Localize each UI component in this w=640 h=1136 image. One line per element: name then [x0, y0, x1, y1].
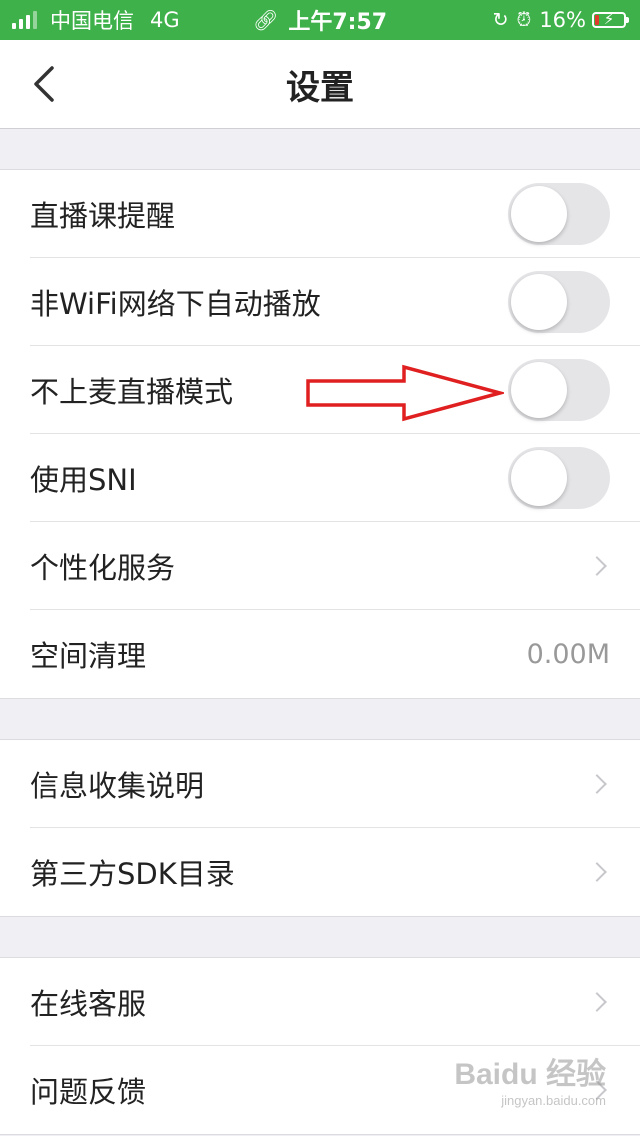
toggle-switch[interactable] [508, 182, 610, 245]
settings-row-label: 空间清理 [30, 639, 147, 673]
settings-row-label: 不上麦直播模式 [30, 374, 234, 409]
link-icon: 🔗︎ [252, 8, 279, 32]
toggle-knob [511, 185, 567, 242]
settings-row-label: 个性化服务 [30, 550, 176, 585]
red-arrow-annotation [306, 364, 504, 422]
toggle-knob [511, 361, 567, 418]
storage-size-value: 0.00M [526, 638, 610, 670]
chevron-right-icon [587, 773, 607, 794]
section-gap [0, 699, 640, 740]
battery-percent: 16% [539, 8, 586, 32]
chevron-right-icon [587, 555, 607, 576]
settings-row-label: 非WiFi网络下自动播放 [30, 286, 321, 321]
settings-row-label: 信息收集说明 [30, 768, 205, 803]
settings-row[interactable]: 在线客服 [30, 958, 640, 1046]
settings-section: 信息收集说明 第三方SDK目录 [0, 740, 640, 917]
toggle-knob [511, 449, 567, 506]
signal-strength-icon [12, 11, 40, 29]
settings-row-label: 第三方SDK目录 [30, 857, 235, 891]
settings-list: 直播课提醒非WiFi网络下自动播放 不上麦直播模式 使用SNI 个性化服务空间清理 0.… [0, 129, 640, 1135]
toggle-switch[interactable] [508, 358, 610, 421]
charging-bolt-icon: ⚡︎ [603, 10, 615, 28]
chevron-right-icon [587, 991, 607, 1012]
alarm-icon: ⏰︎ [516, 9, 532, 31]
settings-row[interactable]: 第三方SDK目录 [30, 828, 640, 916]
carrier-name: 中国电信 [50, 9, 134, 33]
settings-row: 使用SNI [30, 434, 640, 522]
chevron-right-icon [587, 862, 607, 882]
watermark-main: Baidu 经验 [454, 1058, 606, 1091]
battery-icon: ⚡︎ [592, 10, 629, 28]
navigation-bar: 设置 [0, 40, 640, 129]
settings-row-label: 在线客服 [30, 986, 147, 1021]
settings-row: 非WiFi网络下自动播放 [30, 258, 640, 346]
back-button[interactable] [30, 40, 90, 128]
toggle-switch[interactable] [508, 446, 610, 509]
settings-section: 直播课提醒非WiFi网络下自动播放 不上麦直播模式 使用SNI 个性化服务空间清理 0.… [0, 170, 640, 699]
toggle-switch[interactable] [508, 270, 610, 333]
watermark-sub: jingyan.baidu.com [501, 1093, 606, 1108]
settings-row[interactable]: 信息收集说明 [30, 740, 640, 828]
status-bar: 中国电信 4G 🔗︎ 上午7:57 ↻ ⏰︎ 16% ⚡︎ [0, 0, 640, 40]
section-gap [0, 917, 640, 958]
baidu-jingyan-watermark: Baidu 经验 jingyan.baidu.com [454, 1049, 606, 1108]
settings-row-label: 使用SNI [30, 462, 137, 497]
chevron-left-icon [34, 66, 54, 102]
rotation-lock-icon: ↻ [492, 9, 509, 31]
settings-section: 在线客服 问题反馈 [0, 958, 640, 1135]
settings-row-label: 直播课提醒 [30, 198, 176, 233]
settings-row[interactable]: 个性化服务 [30, 522, 640, 610]
section-gap [0, 129, 640, 170]
settings-row[interactable]: 空间清理 0.00M [30, 610, 640, 698]
page-title: 设置 [286, 67, 354, 108]
settings-row-label: 问题反馈 [30, 1075, 147, 1109]
status-time: 上午7:57 [288, 10, 388, 35]
toggle-knob [511, 273, 567, 330]
network-type: 4G [150, 8, 180, 32]
settings-row: 直播课提醒 [30, 170, 640, 258]
